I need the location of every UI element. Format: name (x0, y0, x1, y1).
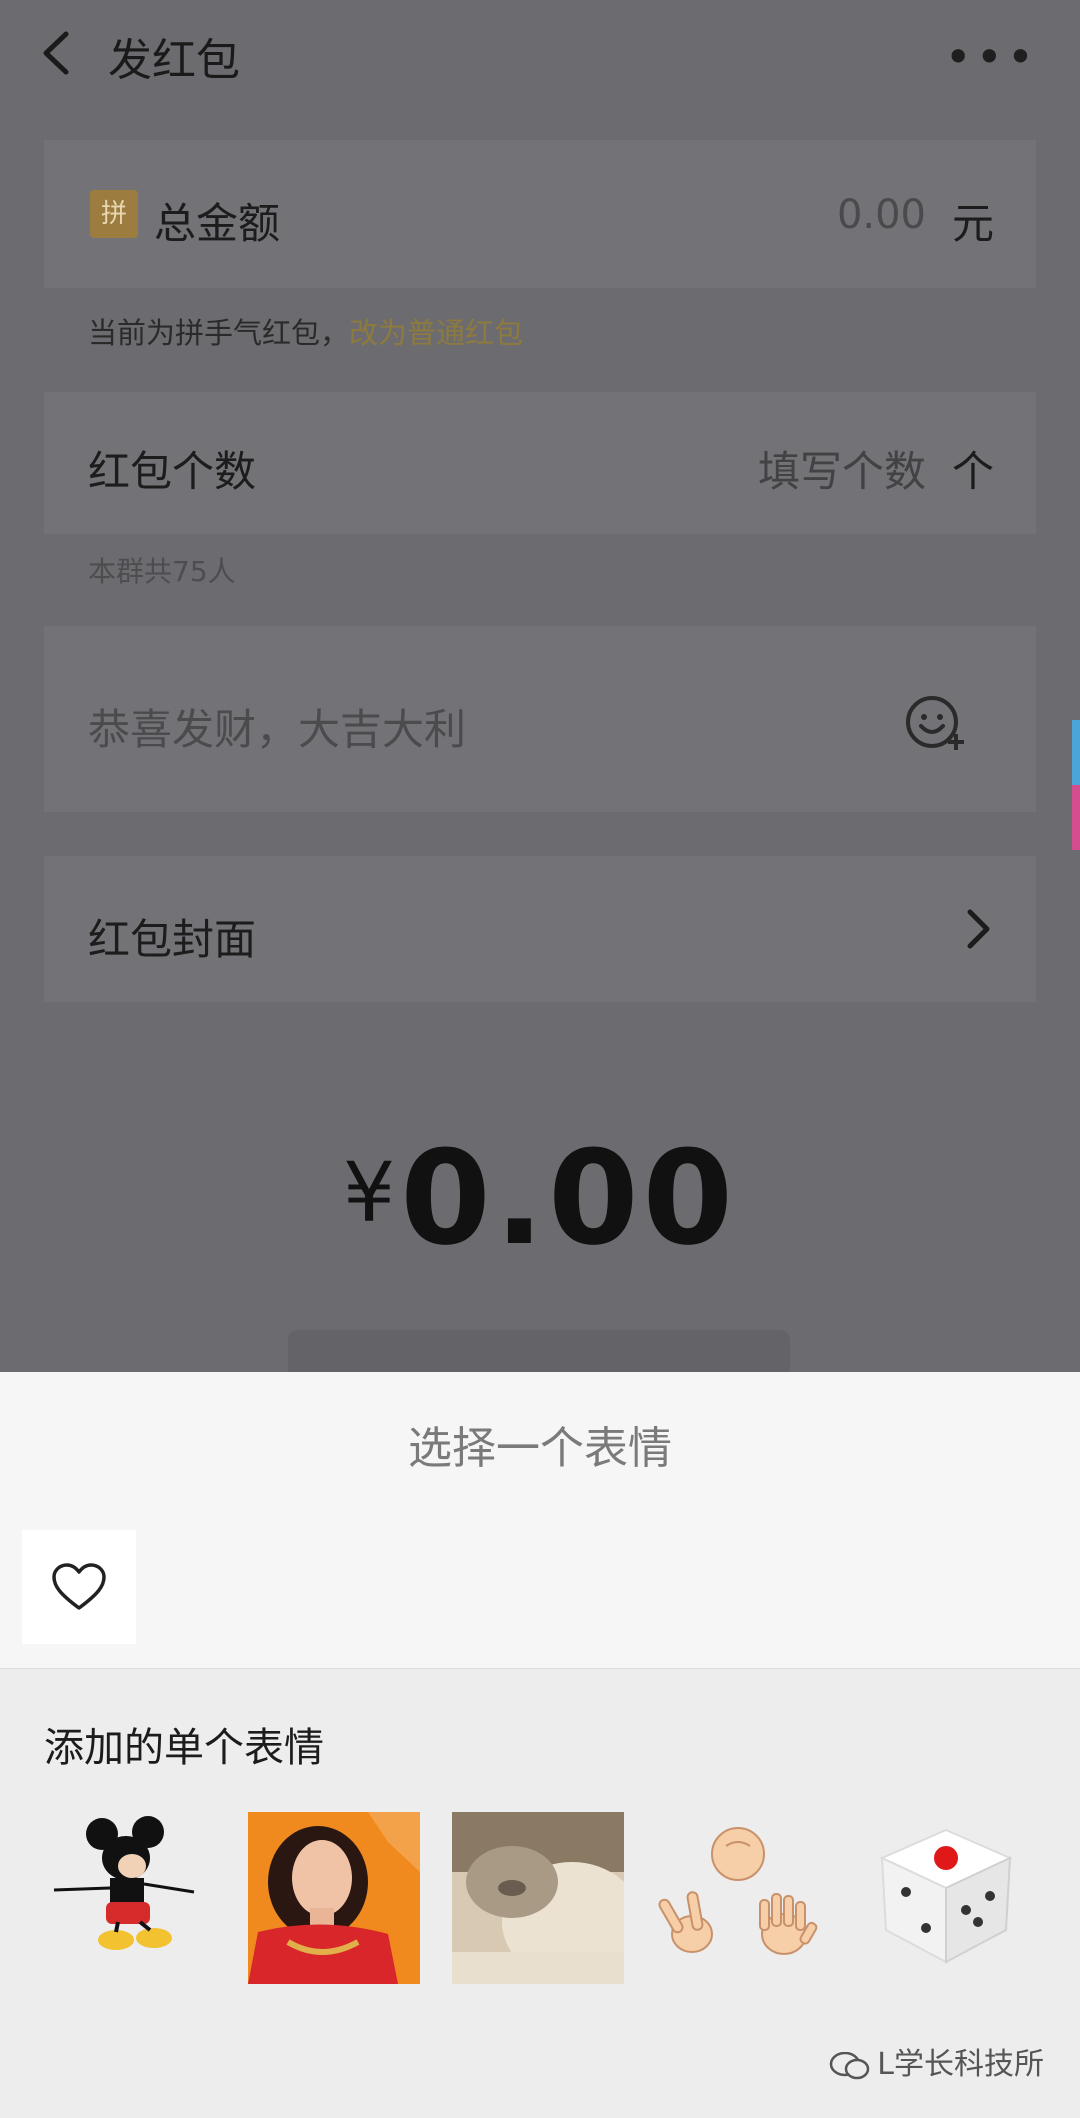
wish-card: 恭喜发财，大吉大利 (44, 626, 1036, 812)
dice-sticker[interactable] (860, 1812, 1032, 1984)
wish-input[interactable]: 恭喜发财，大吉大利 (88, 696, 466, 757)
more-options-icon[interactable]: ••• (945, 34, 1038, 80)
total-amount-display: ¥ 0.00 (0, 1122, 1080, 1274)
cat-photo-sticker[interactable] (452, 1812, 624, 1984)
side-decoration (1072, 720, 1080, 850)
heart-icon (52, 1563, 106, 1610)
packet-count-card: 红包个数 填写个数 个 (44, 392, 1036, 534)
group-member-hint: 本群共75人 (88, 555, 236, 588)
count-unit: 个 (951, 447, 994, 496)
wechat-icon (830, 2051, 870, 2079)
total-amount-label: 总金额 (154, 199, 281, 248)
cover-label: 红包封面 (88, 915, 257, 964)
yuan-unit: 元 (951, 199, 994, 248)
watermark: L学长科技所 (829, 2039, 1044, 2083)
watermark-text: L学长科技所 (877, 2047, 1044, 2082)
emoji-add-icon[interactable] (902, 692, 972, 752)
chevron-right-icon (967, 909, 990, 949)
pin-badge-icon: 拼 (90, 190, 138, 238)
packet-type-hint: 当前为拼手气红包，改为普通红包 (88, 310, 523, 352)
top-bar: 发红包 ••• (0, 0, 1080, 108)
back-icon[interactable] (36, 28, 76, 78)
added-stickers-title: 添加的单个表情 (44, 1725, 324, 1771)
sheet-title: 选择一个表情 (408, 1423, 672, 1474)
rock-paper-scissors-sticker[interactable] (656, 1812, 828, 1984)
currency-symbol: ¥ (342, 1146, 396, 1241)
send-button-edge (288, 1330, 790, 1372)
favorites-tab[interactable] (22, 1530, 136, 1644)
emoji-picker-sheet: 选择一个表情 添加的单个表情 L学长科技所 (0, 1372, 1080, 2118)
added-stickers-section: 添加的单个表情 L学长科技所 (0, 1669, 1080, 2118)
total-amount-input[interactable]: 0.00 (837, 192, 926, 238)
packet-count-label: 红包个数 (88, 447, 257, 496)
cover-card[interactable]: 红包封面 (44, 856, 1036, 1002)
mickey-mouse-sticker[interactable] (44, 1812, 216, 1984)
page-title: 发红包 (108, 35, 240, 86)
packet-count-input[interactable]: 填写个数 (758, 438, 926, 499)
total-amount-value: 0.00 (400, 1122, 737, 1274)
woman-portrait-sticker[interactable] (248, 1812, 420, 1984)
total-amount-card: 拼 总金额 0.00 元 (44, 140, 1036, 288)
switch-to-normal-link[interactable]: 改为普通红包 (349, 316, 523, 350)
packet-type-text: 当前为拼手气红包， (88, 316, 350, 350)
